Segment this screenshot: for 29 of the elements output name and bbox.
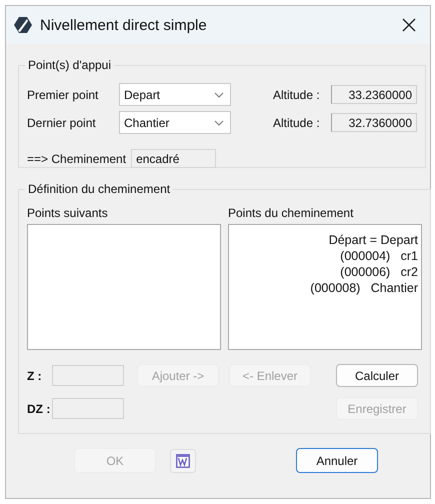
route-point-item[interactable]: Départ = Depart [232,232,418,248]
point-dropdown[interactable]: Chantier [119,111,231,134]
document-icon[interactable] [170,448,196,472]
route-point-item[interactable]: (000008) Chantier [232,280,418,296]
route-point-item[interactable]: (000006) cr2 [232,264,418,280]
list-title: Points du cheminement [228,206,354,220]
route-point-item[interactable]: (000004) cr1 [232,248,418,264]
field-label: Z : [27,368,43,382]
route-label: ==> Cheminement [27,152,126,166]
group-title: Définition du cheminement [27,182,172,196]
next-points-list[interactable] [27,224,221,350]
field-label: DZ : [27,402,52,416]
altitude-field: 32.7360000 [331,113,417,132]
point-dropdown[interactable]: Depart [119,83,231,106]
group-title: Point(s) d'appui [27,58,112,72]
app-logo-icon [14,16,32,34]
window-title: Nivellement direct simple [40,16,208,34]
route-type-field: encadré [131,149,216,168]
chevron-down-icon [214,92,224,98]
dialog-button[interactable]: Annuler [296,448,378,473]
altitude-field: 33.2360000 [331,85,417,104]
point-label: Premier point [27,88,100,102]
altitude-label: Altitude : [273,116,321,130]
altitude-label: Altitude : [273,88,321,102]
calculate-button[interactable]: Calculer [336,364,418,387]
point-label: Dernier point [27,116,97,130]
list-title: Points suivants [27,206,109,220]
chevron-down-icon [214,120,224,126]
close-icon[interactable] [402,18,416,32]
